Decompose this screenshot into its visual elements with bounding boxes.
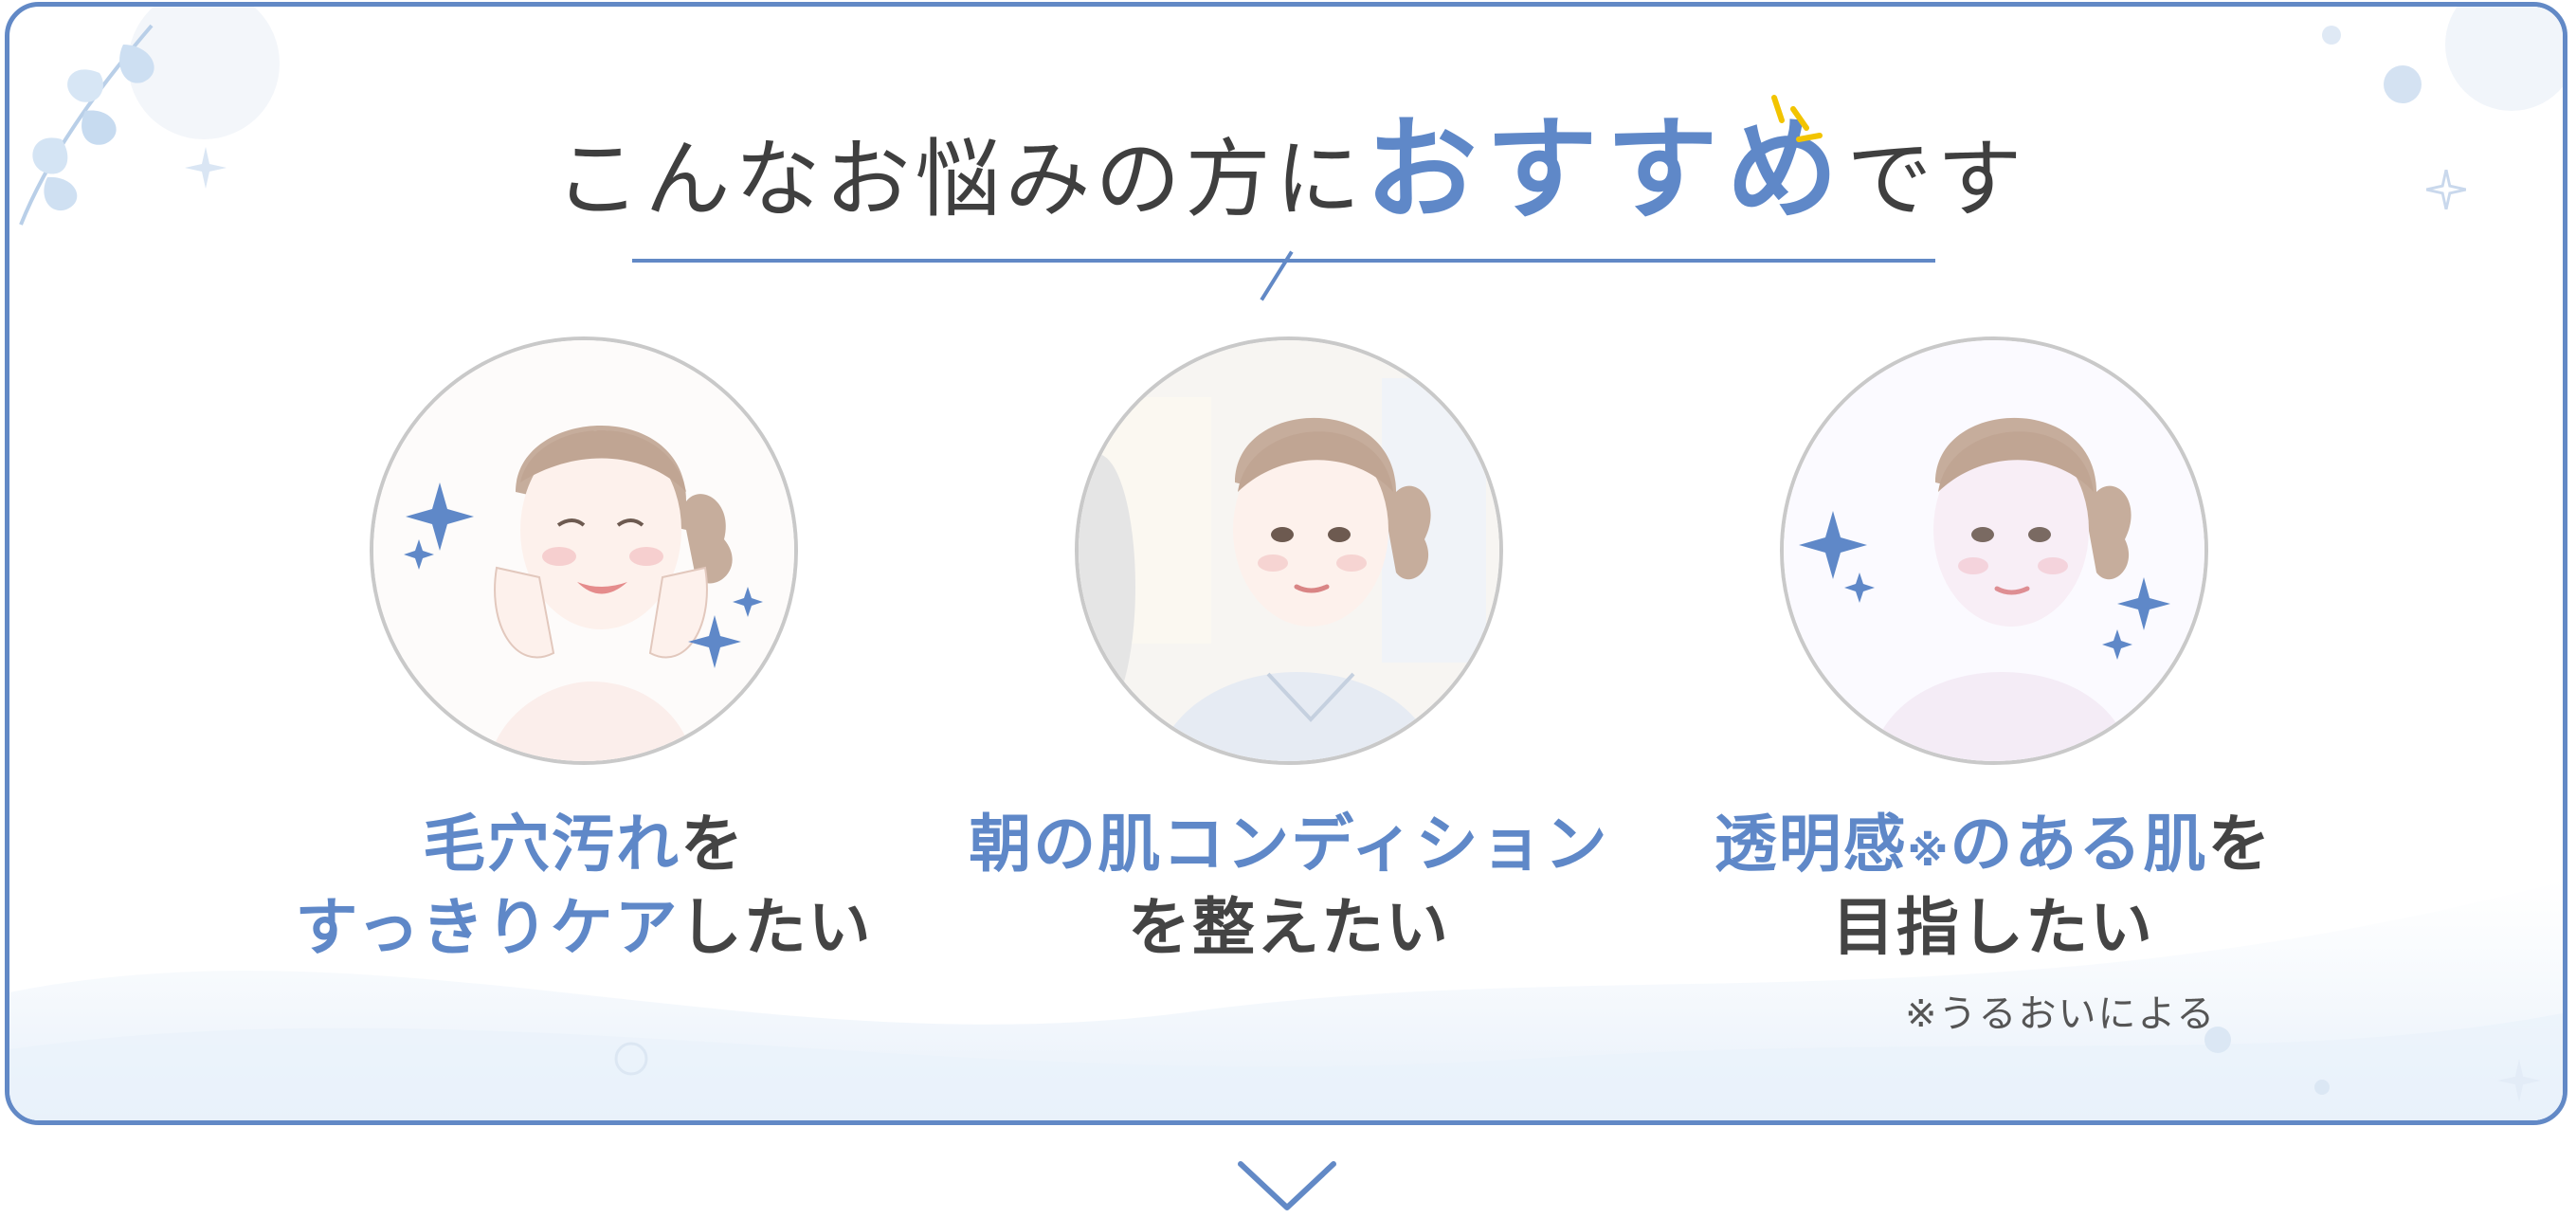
content-card: こんなお悩みの方におすすめです 毛穴汚れを すっきりケアしたい 朝の肌コンディシ… — [5, 2, 2567, 1125]
caption-text: を — [2207, 808, 2273, 881]
concern-caption-morning-skin: 朝の肌コンディション を整えたい — [957, 803, 1621, 970]
caption-accent: 毛穴汚れ — [423, 808, 680, 881]
caption-accent: 朝の肌コンディション — [969, 808, 1609, 881]
smiling-woman-illustration-icon — [373, 340, 794, 761]
caption-text: 目指したい — [1832, 891, 2154, 964]
portrait-smiling-woman — [370, 336, 798, 765]
caption-line-2: を整えたい — [957, 886, 1621, 970]
caption-line-2: すっきりケアしたい — [280, 886, 888, 970]
caption-text: を整えたい — [1128, 891, 1450, 964]
caption-text: を — [680, 808, 745, 881]
caption-text: したい — [679, 891, 873, 964]
caption-line-1: 朝の肌コンディション — [957, 803, 1621, 886]
page-title: こんなお悩みの方におすすめです — [9, 113, 2563, 237]
caption-accent: すっきりケア — [295, 891, 680, 964]
portrait-woman-at-mirror — [1075, 336, 1503, 765]
title-prefix: こんなお悩みの方に — [554, 130, 1366, 229]
woman-at-mirror-illustration-icon — [1079, 340, 1499, 761]
footnote: ※うるおいによる — [1905, 992, 2217, 1036]
caption-line-2: 目指したい — [1687, 886, 2299, 970]
caption-accent: 透明感 — [1714, 808, 1908, 881]
recommendation-section: こんなお悩みの方におすすめです 毛穴汚れを すっきりケアしたい 朝の肌コンディシ… — [0, 0, 2576, 1218]
caption-accent: のある肌 — [1950, 808, 2208, 881]
caption-line-1: 透明感※のある肌を — [1687, 803, 2299, 886]
sparkle-lines-icon — [1771, 95, 1823, 142]
footnote-mark: ※ — [1907, 827, 1950, 876]
caption-line-1: 毛穴汚れを — [280, 803, 888, 886]
concern-caption-pores: 毛穴汚れを すっきりケアしたい — [280, 803, 888, 970]
concern-caption-clarity: 透明感※のある肌を 目指したい — [1687, 803, 2299, 970]
radiant-woman-illustration-icon — [1784, 340, 2204, 761]
title-suffix: です — [1846, 130, 2027, 229]
sparkle-icon — [2497, 1059, 2541, 1102]
chevron-down-icon[interactable] — [1235, 1158, 1339, 1213]
portrait-radiant-woman — [1780, 336, 2208, 765]
